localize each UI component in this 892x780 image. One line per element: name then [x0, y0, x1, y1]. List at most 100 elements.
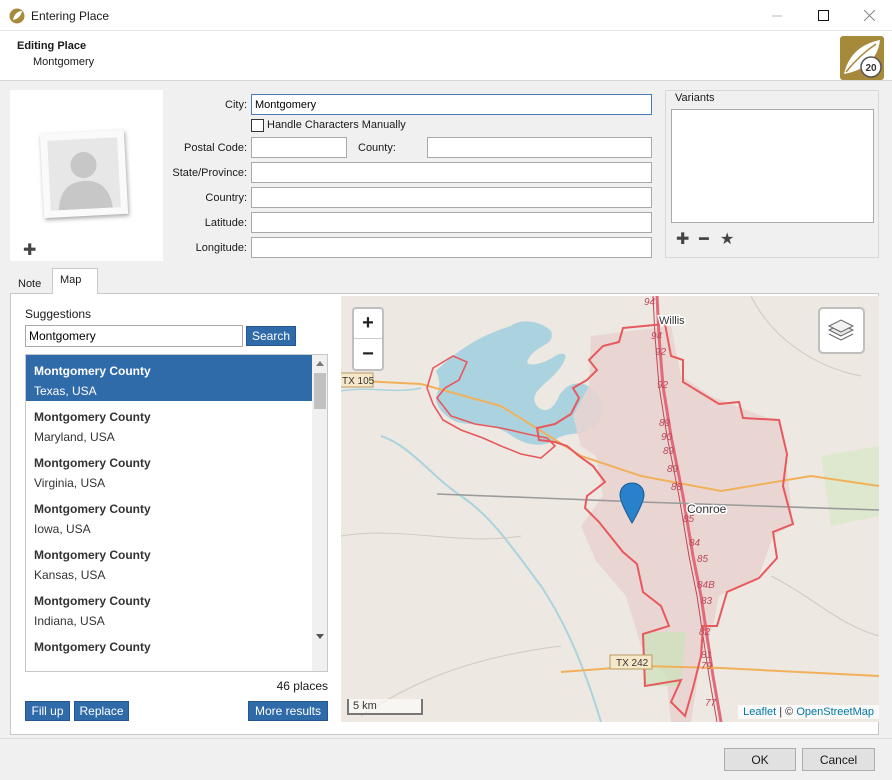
places-count: 46 places — [276, 679, 328, 693]
scale-bar: 5 km — [347, 699, 423, 715]
minimize-button[interactable] — [754, 0, 800, 31]
attribution-separator: | © — [776, 706, 797, 718]
postal-code-input[interactable] — [251, 137, 347, 158]
road-tx242 — [560, 664, 879, 677]
scroll-thumb[interactable] — [314, 373, 326, 409]
place-label-conroe: Conroe — [687, 502, 727, 516]
map-canvas[interactable]: 94 94 92 92 89 90 89 89 88 85 84 85 84B … — [341, 296, 879, 722]
list-item[interactable]: Montgomery County Virginia, USA — [26, 447, 312, 493]
photo-frame — [39, 129, 129, 219]
postal-code-label: Postal Code: — [184, 142, 247, 154]
place-subtitle: Montgomery — [33, 56, 95, 68]
photo-panel[interactable]: ✚ — [10, 90, 163, 261]
country-label: Country: — [205, 192, 247, 204]
maximize-button[interactable] — [800, 0, 846, 31]
add-photo-icon[interactable]: ✚ — [23, 243, 36, 259]
result-name: Montgomery County — [34, 640, 151, 654]
cancel-button[interactable]: Cancel — [802, 748, 875, 771]
brand-logo-icon: 20 — [840, 36, 884, 80]
country-input[interactable] — [251, 187, 652, 208]
app-leaf-icon — [9, 8, 25, 24]
replace-button[interactable]: Replace — [74, 701, 129, 721]
route-label-89c: 89 — [667, 464, 679, 475]
ok-button[interactable]: OK — [724, 748, 796, 771]
result-region: Maryland, USA — [34, 430, 115, 444]
latitude-input[interactable] — [251, 212, 652, 233]
fill-up-button[interactable]: Fill up — [25, 701, 70, 721]
result-region: Iowa, USA — [34, 522, 91, 536]
variants-list[interactable] — [671, 109, 874, 223]
result-name: Montgomery County — [34, 456, 151, 470]
green-area — [821, 446, 879, 526]
handle-characters-checkbox[interactable] — [251, 119, 264, 132]
result-name: Montgomery County — [34, 548, 151, 562]
route-label-90: 90 — [661, 432, 673, 443]
scroll-up-icon[interactable] — [316, 361, 324, 366]
list-item[interactable]: Montgomery County — [26, 631, 312, 671]
city-label: City: — [225, 99, 247, 111]
route-label-82: 82 — [699, 627, 711, 638]
suggestion-results-list[interactable]: Montgomery County Texas, USA Montgomery … — [25, 354, 328, 672]
list-item[interactable]: Montgomery County Kansas, USA — [26, 539, 312, 585]
zoom-in-button[interactable]: + — [354, 309, 382, 339]
title-bar: Entering Place — [0, 0, 892, 31]
latitude-label: Latitude: — [204, 217, 247, 229]
route-label-88: 88 — [671, 482, 683, 493]
zoom-out-button[interactable]: − — [354, 339, 382, 369]
city-input[interactable] — [251, 94, 652, 115]
route-label-77: 77 — [705, 698, 717, 709]
route-label-92a: 92 — [655, 347, 667, 358]
openstreetmap-link[interactable]: OpenStreetMap — [796, 706, 874, 718]
minimize-icon — [772, 15, 782, 16]
river-line — [380, 435, 602, 722]
add-icon[interactable]: ✚ — [676, 232, 689, 248]
list-item[interactable]: Montgomery County Texas, USA — [26, 355, 312, 401]
route-label-94a: 94 — [644, 297, 656, 308]
tab-note[interactable]: Note — [10, 271, 48, 293]
variants-group: Variants ✚ ━ ★ — [665, 90, 879, 258]
place-label-willis: Willis — [659, 315, 685, 327]
layers-icon — [827, 319, 855, 341]
creek-line — [341, 387, 422, 392]
result-name: Montgomery County — [34, 364, 151, 378]
star-icon[interactable]: ★ — [720, 232, 734, 248]
remove-icon[interactable]: ━ — [699, 232, 709, 248]
route-label-89b: 89 — [663, 446, 675, 457]
longitude-label: Longitude: — [195, 242, 247, 254]
route-label-92b: 92 — [657, 380, 669, 391]
leaflet-link[interactable]: Leaflet — [743, 706, 776, 718]
more-results-button[interactable]: More results — [248, 701, 328, 721]
route-label-81: 81 — [701, 650, 712, 661]
tx105-label: TX 105 — [342, 376, 375, 387]
suggestion-search-input[interactable] — [25, 325, 243, 347]
state-label: State/Province: — [172, 167, 247, 179]
result-name: Montgomery County — [34, 502, 151, 516]
scroll-down-icon[interactable] — [316, 634, 324, 639]
list-item[interactable]: Montgomery County Maryland, USA — [26, 401, 312, 447]
result-region: Indiana, USA — [34, 614, 105, 628]
close-button[interactable] — [846, 0, 892, 31]
map-attribution: Leaflet | © OpenStreetMap — [738, 705, 879, 719]
road-local-4 — [770, 575, 879, 637]
road-local-1 — [341, 532, 522, 540]
tab-map[interactable]: Map — [52, 268, 98, 294]
results-scrollbar[interactable] — [312, 355, 327, 671]
route-label-84b: 84B — [697, 580, 715, 591]
layers-button[interactable] — [818, 307, 865, 354]
header-band: Editing Place Montgomery 20 — [0, 31, 892, 81]
list-item[interactable]: Montgomery County Indiana, USA — [26, 585, 312, 631]
map-view[interactable]: 94 94 92 92 89 90 89 89 88 85 84 85 84B … — [341, 296, 879, 722]
window-title: Entering Place — [31, 9, 110, 23]
handle-characters-label: Handle Characters Manually — [267, 119, 406, 131]
route-label-94b: 94 — [651, 331, 663, 342]
maximize-icon — [817, 10, 829, 21]
state-input[interactable] — [251, 162, 652, 183]
search-button[interactable]: Search — [246, 326, 296, 346]
result-name: Montgomery County — [34, 594, 151, 608]
person-silhouette-icon — [58, 152, 113, 211]
result-region: Kansas, USA — [34, 568, 106, 582]
dialog-footer: OK Cancel — [0, 738, 892, 780]
longitude-input[interactable] — [251, 237, 652, 258]
list-item[interactable]: Montgomery County Iowa, USA — [26, 493, 312, 539]
county-input[interactable] — [427, 137, 652, 158]
